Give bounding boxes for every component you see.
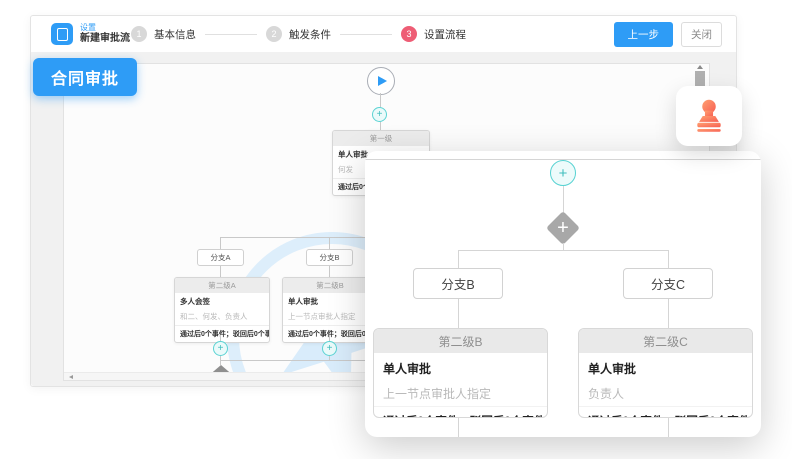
connector: [380, 122, 381, 130]
connector: [668, 418, 669, 437]
step-2-label: 触发条件: [289, 27, 331, 42]
window-header: 设置 新建审批流 1 基本信息 2 触发条件 3 设置流程: [31, 16, 736, 53]
connector: [563, 243, 564, 250]
page-title: 新建审批流: [80, 33, 130, 44]
connector: [380, 93, 381, 107]
node-title: 第二级C: [579, 329, 752, 353]
node-approval-type: 单人审批: [579, 353, 752, 381]
approval-node-level2a[interactable]: 第二级A 多人会签 和二、何发、负责人 通过后0个事件；驳回后0个事件: [174, 277, 270, 343]
node-title: 第二级B: [374, 329, 547, 353]
flow-name-badge: 合同审批: [33, 58, 137, 96]
branch-c-button[interactable]: 分支C: [623, 268, 713, 299]
approval-node-level2b-zoomed[interactable]: 第二级B 单人审批 上一节点审批人指定 通过后0个事件；驳回后0个事件: [373, 328, 548, 418]
step-3-label: 设置流程: [424, 27, 466, 42]
scroll-left-arrow-icon[interactable]: [69, 375, 73, 379]
branch-b-button[interactable]: 分支B: [413, 268, 503, 299]
scroll-up-arrow-icon[interactable]: [697, 65, 703, 69]
step-1-circle: 1: [131, 26, 147, 42]
node-events: 通过后0个事件；驳回后0个事件: [283, 325, 377, 342]
add-node-button[interactable]: +: [372, 107, 387, 122]
node-approval-type: 单人审批: [374, 353, 547, 381]
step-1-label: 基本信息: [154, 27, 196, 42]
zoom-overlay-panel: + + 分支B 分支C 第二级B 单人审批 上一节点审批人指定 通过后0个事件；…: [365, 151, 761, 437]
step-2-circle: 2: [266, 26, 282, 42]
connector: [563, 186, 564, 213]
step-trigger-condition[interactable]: 2 触发条件: [266, 26, 331, 42]
app-identity: 设置 新建审批流: [51, 23, 130, 45]
condition-plus-icon: +: [548, 213, 578, 243]
node-events: 通过后0个事件；驳回后0个事件: [175, 325, 269, 342]
node-assignee: 上一节点审批人指定: [283, 310, 377, 325]
previous-step-button[interactable]: 上一步: [614, 22, 674, 47]
connector: [329, 266, 330, 277]
condition-node[interactable]: +: [548, 213, 578, 243]
branch-a-button[interactable]: 分支A: [197, 249, 244, 266]
step-connector: [205, 34, 257, 35]
add-node-button[interactable]: +: [550, 160, 576, 186]
connector: [220, 237, 221, 249]
node-assignee: 负责人: [579, 381, 752, 406]
node-title: 第二级B: [283, 278, 377, 293]
approval-node-level2c-zoomed[interactable]: 第二级C 单人审批 负责人 通过后0个事件；驳回后0个事件: [578, 328, 753, 418]
node-assignee: 上一节点审批人指定: [374, 381, 547, 406]
node-approval-type: 单人审批: [283, 293, 377, 310]
branch-b-button[interactable]: 分支B: [306, 249, 353, 266]
connector: [458, 299, 459, 328]
add-node-button[interactable]: +: [213, 341, 228, 356]
connector: [329, 237, 330, 249]
step-connector: [340, 34, 392, 35]
add-node-button[interactable]: +: [322, 341, 337, 356]
branch-split-line: [458, 250, 668, 251]
node-title: 第二级A: [175, 278, 269, 293]
document-icon: [51, 23, 73, 45]
app-text: 设置 新建审批流: [80, 24, 130, 45]
page: 设置 新建审批流 1 基本信息 2 触发条件 3 设置流程: [0, 0, 792, 459]
step-basic-info[interactable]: 1 基本信息: [131, 26, 196, 42]
app-subtitle: 设置: [80, 24, 130, 33]
approval-node-level2b[interactable]: 第二级B 单人审批 上一节点审批人指定 通过后0个事件；驳回后0个事件: [282, 277, 378, 343]
connector: [668, 299, 669, 328]
node-approval-type: 多人会签: [175, 293, 269, 310]
connector: [220, 266, 221, 277]
step-3-circle: 3: [401, 26, 417, 42]
connector: [458, 250, 459, 268]
connector: [668, 250, 669, 268]
stamp-card: [676, 86, 742, 146]
start-node[interactable]: [367, 67, 395, 95]
stamp-icon: [691, 98, 727, 134]
header-buttons: 上一步 关闭: [614, 16, 723, 52]
play-icon: [378, 76, 387, 86]
close-button[interactable]: 关闭: [681, 22, 722, 47]
connector: [458, 418, 459, 437]
node-assignee: 和二、何发、负责人: [175, 310, 269, 325]
node-events: 通过后0个事件；驳回后0个事件: [579, 406, 752, 418]
node-events: 通过后0个事件；驳回后0个事件: [374, 406, 547, 418]
step-indicator: 1 基本信息 2 触发条件 3 设置流程: [131, 16, 466, 52]
node-title: 第一级: [333, 131, 429, 146]
step-set-process[interactable]: 3 设置流程: [401, 26, 466, 42]
